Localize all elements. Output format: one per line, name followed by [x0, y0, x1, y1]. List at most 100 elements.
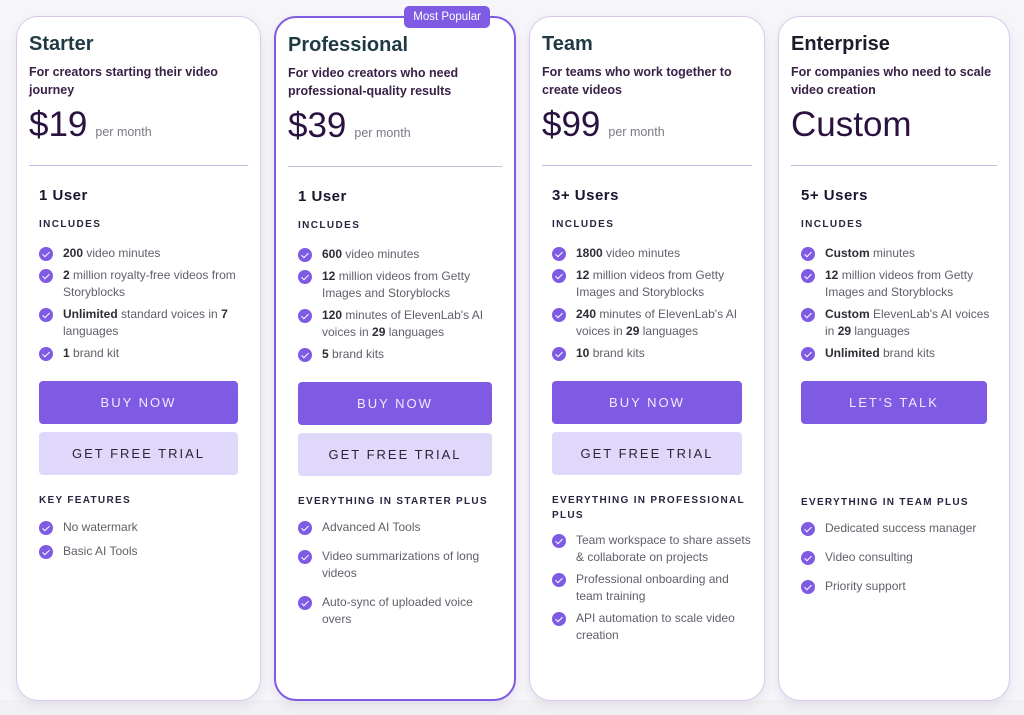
- buy-now-button[interactable]: BUY NOW: [552, 381, 742, 424]
- divider: [288, 166, 502, 167]
- divider: [29, 165, 248, 166]
- feature-item: Professional onboarding and team trainin…: [552, 571, 752, 605]
- highlight-value: 12: [576, 268, 590, 282]
- highlight-value: 600: [322, 247, 343, 261]
- user-count: 5+ Users: [801, 187, 868, 204]
- plan-description: For companies who need to scale video cr…: [791, 65, 992, 97]
- feature-item-text: Advanced AI Tools: [322, 520, 421, 534]
- most-popular-badge: Most Popular: [404, 6, 490, 28]
- check-circle-icon: [298, 550, 312, 564]
- user-count: 3+ Users: [552, 187, 619, 204]
- includes-item: Custom minutes: [801, 245, 997, 262]
- includes-item-text: 10 brand kits: [576, 346, 645, 360]
- highlight-value: Custom: [825, 307, 870, 321]
- check-circle-icon: [298, 521, 312, 535]
- feature-item-text: Auto-sync of uploaded voice overs: [322, 595, 473, 626]
- check-circle-icon: [298, 270, 312, 284]
- feature-item-text: No watermark: [63, 520, 138, 534]
- plan-price: $99: [542, 105, 601, 144]
- features-heading: EVERYTHING IN PROFESSIONAL PLUS: [552, 495, 745, 521]
- plan-card-enterprise: Enterprise For companies who need to sca…: [778, 16, 1010, 701]
- check-circle-icon: [801, 247, 815, 261]
- buy-now-button[interactable]: BUY NOW: [39, 381, 238, 424]
- features-heading: EVERYTHING IN STARTER PLUS: [298, 496, 488, 507]
- feature-item-text: Video summarizations of long videos: [322, 549, 480, 580]
- includes-item-text: Unlimited brand kits: [825, 346, 936, 360]
- includes-item-text: 1 brand kit: [63, 346, 120, 360]
- plan-price: $39: [288, 106, 347, 145]
- includes-item-text: 600 video minutes: [322, 247, 420, 261]
- check-circle-icon: [39, 269, 53, 283]
- highlight-value: 120: [322, 308, 343, 322]
- includes-item-text: 1800 video minutes: [576, 246, 681, 260]
- lets-talk-button[interactable]: LET'S TALK: [801, 381, 987, 424]
- check-circle-icon: [39, 308, 53, 322]
- plan-price: Custom: [791, 105, 912, 144]
- feature-item: Team workspace to share assets & collabo…: [552, 532, 752, 566]
- includes-item-text: Custom minutes: [825, 246, 916, 260]
- highlight-value: 12: [322, 269, 336, 283]
- features-list: Dedicated success manager Video consultin…: [801, 520, 997, 607]
- check-circle-icon: [801, 308, 815, 322]
- user-count: 1 User: [39, 187, 88, 204]
- check-circle-icon: [298, 309, 312, 323]
- includes-item: 1 brand kit: [39, 345, 248, 362]
- feature-item-text: Dedicated success manager: [825, 521, 977, 535]
- includes-heading: INCLUDES: [298, 220, 361, 231]
- includes-heading: INCLUDES: [39, 219, 102, 230]
- feature-item-text: API automation to scale video creation: [576, 611, 735, 642]
- free-trial-button[interactable]: GET FREE TRIAL: [298, 433, 492, 476]
- feature-item-text: Team workspace to share assets & collabo…: [576, 533, 751, 564]
- highlight-value: 7: [221, 307, 228, 321]
- price-row: $19 per month: [29, 105, 152, 145]
- includes-heading: INCLUDES: [801, 219, 864, 230]
- free-trial-button[interactable]: GET FREE TRIAL: [39, 432, 238, 475]
- check-circle-icon: [801, 580, 815, 594]
- includes-item-text: 240 minutes of ElevenLab's AI voices in …: [576, 307, 738, 338]
- page-footer-strip: [0, 700, 1024, 715]
- check-circle-icon: [801, 551, 815, 565]
- highlight-value: 10: [576, 346, 590, 360]
- includes-item: Custom ElevenLab's AI voices in 29 langu…: [801, 306, 997, 340]
- includes-item-text: 200 video minutes: [63, 246, 161, 260]
- includes-item: Unlimited standard voices in 7 languages: [39, 306, 248, 340]
- feature-item: Basic AI Tools: [39, 543, 248, 560]
- plan-card-starter: Starter For creators starting their vide…: [16, 16, 261, 701]
- features-list: No watermark Basic AI Tools: [39, 519, 248, 567]
- includes-list: 1800 video minutes 12 million videos from…: [552, 245, 752, 367]
- buy-now-button[interactable]: BUY NOW: [298, 382, 492, 425]
- plan-price: $19: [29, 105, 88, 144]
- includes-item: 2 million royalty-free videos from Story…: [39, 267, 248, 301]
- check-circle-icon: [552, 308, 566, 322]
- free-trial-button[interactable]: GET FREE TRIAL: [552, 432, 742, 475]
- includes-item: Unlimited brand kits: [801, 345, 997, 362]
- check-circle-icon: [298, 596, 312, 610]
- includes-item-text: Custom ElevenLab's AI voices in 29 langu…: [825, 307, 990, 338]
- feature-item: Auto-sync of uploaded voice overs: [298, 594, 502, 628]
- features-heading: KEY FEATURES: [39, 495, 131, 506]
- check-circle-icon: [552, 534, 566, 548]
- highlight-value: Unlimited: [825, 346, 880, 360]
- plan-name: Starter: [29, 33, 94, 55]
- highlight-value: 5: [322, 347, 329, 361]
- price-row: $99 per month: [542, 105, 665, 145]
- check-circle-icon: [39, 247, 53, 261]
- check-circle-icon: [298, 348, 312, 362]
- divider: [791, 165, 997, 166]
- includes-heading: INCLUDES: [552, 219, 615, 230]
- feature-item-text: Basic AI Tools: [63, 544, 138, 558]
- includes-item-text: 12 million videos from Getty Images and …: [322, 269, 471, 300]
- highlight-value: 200: [63, 246, 84, 260]
- includes-item: 5 brand kits: [298, 346, 502, 363]
- includes-item: 12 million videos from Getty Images and …: [801, 267, 997, 301]
- check-circle-icon: [552, 347, 566, 361]
- highlight-value: 29: [626, 324, 640, 338]
- includes-item: 240 minutes of ElevenLab's AI voices in …: [552, 306, 752, 340]
- includes-item-text: 12 million videos from Getty Images and …: [825, 268, 974, 299]
- check-circle-icon: [39, 347, 53, 361]
- feature-item: Video summarizations of long videos: [298, 548, 502, 582]
- includes-item-text: Unlimited standard voices in 7 languages: [63, 307, 228, 338]
- includes-item: 1800 video minutes: [552, 245, 752, 262]
- check-circle-icon: [39, 521, 53, 535]
- includes-item: 12 million videos from Getty Images and …: [552, 267, 752, 301]
